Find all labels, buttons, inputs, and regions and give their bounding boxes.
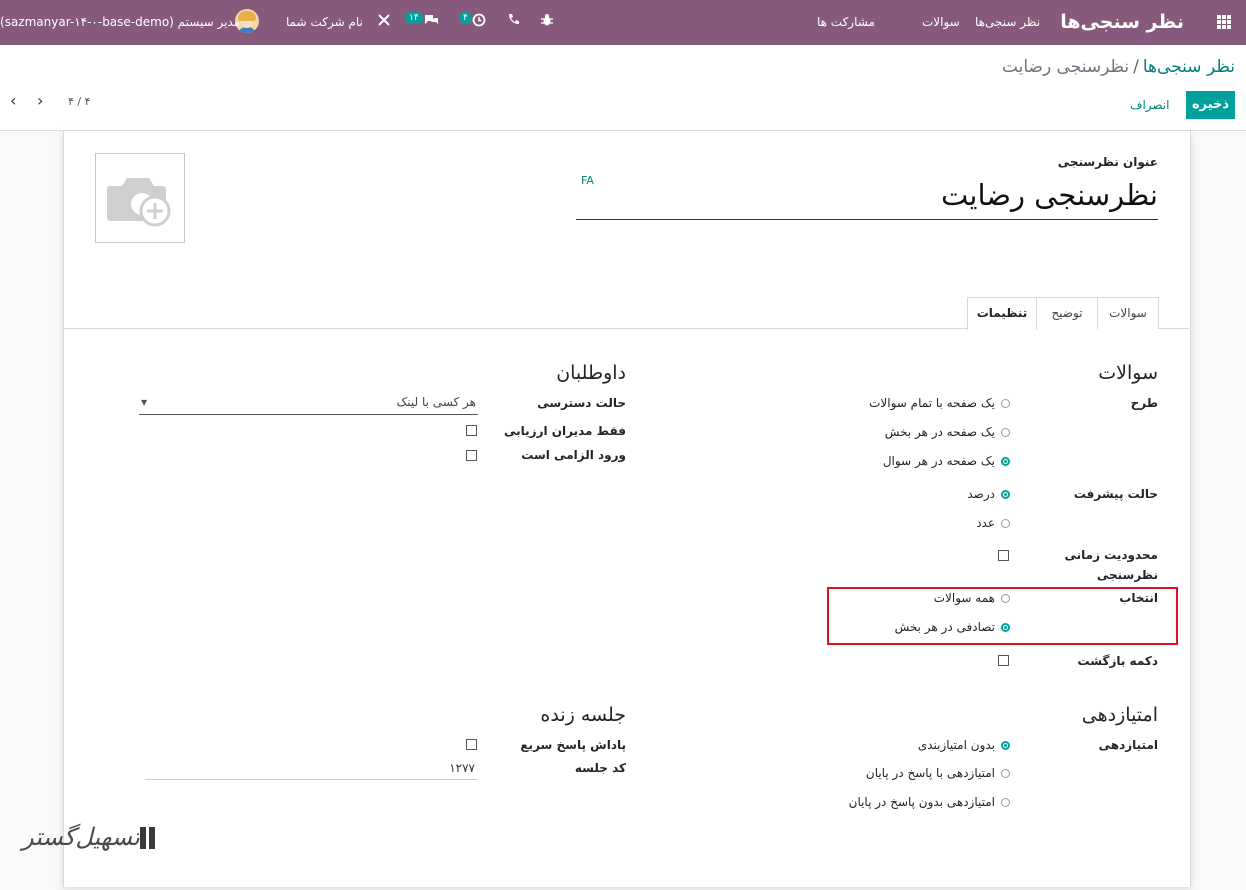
scoring-radio-with-answers[interactable]: [1001, 768, 1010, 778]
candidates-heading: داوطلبان: [556, 362, 626, 384]
breadcrumb-separator: /: [1133, 57, 1139, 77]
tab-questions[interactable]: سوالات: [1097, 297, 1159, 329]
breadcrumb-current: نظرسنجی رضایت: [1001, 57, 1130, 77]
session-code-input[interactable]: ۱۲۷۷: [145, 761, 478, 780]
pager-value[interactable]: ۴ / ۴: [68, 95, 91, 108]
access-mode-value: هر کسی با لینک: [396, 395, 476, 409]
title-label: عنوان نظرسنجی: [1057, 155, 1158, 169]
phone-icon[interactable]: [507, 13, 520, 31]
apps-grid-icon[interactable]: [1217, 15, 1232, 30]
progress-label: حالت پیشرفت: [1073, 487, 1158, 501]
menu-participations[interactable]: مشارکت ها: [817, 0, 875, 45]
scoring-heading: امتیازدهی: [1081, 704, 1158, 726]
questions-heading: سوالات: [1098, 362, 1158, 384]
fast-reward-checkbox[interactable]: [466, 739, 477, 750]
back-button-label: دکمه بازگشت: [1077, 654, 1158, 668]
selection-option-all[interactable]: همه سوالات: [934, 591, 1010, 605]
company-switcher[interactable]: نام شرکت شما: [286, 0, 363, 45]
fast-reward-label: پاداش پاسخ سریع: [520, 738, 626, 752]
top-navbar: نظر سنجی‌ها نظر سنجی‌ها سوالات مشارکت ها…: [0, 0, 1246, 45]
image-upload[interactable]: [95, 153, 185, 243]
live-session-heading: جلسه زنده: [540, 704, 626, 726]
breadcrumb-parent[interactable]: نظر سنجی‌ها: [1143, 57, 1235, 77]
save-button[interactable]: ذخیره: [1186, 91, 1235, 119]
scoring-option-without-answers[interactable]: امتیازدهی بدون پاسخ در پایان: [849, 795, 1010, 809]
tab-description[interactable]: توضیح: [1036, 297, 1098, 329]
app-brand[interactable]: نظر سنجی‌ها: [1060, 0, 1184, 45]
managers-only-checkbox[interactable]: [466, 425, 477, 436]
watermark-mark-icon: [137, 827, 159, 849]
watermark-logo: تسهیل‌گستر: [22, 823, 167, 865]
back-button-checkbox[interactable]: [998, 655, 1009, 666]
caret-down-icon: ▼: [141, 398, 148, 407]
chat-icon[interactable]: [424, 13, 439, 32]
menu-questions[interactable]: سوالات: [922, 0, 960, 45]
layout-label: طرح: [1130, 396, 1158, 410]
title-input[interactable]: نظرسنجی رضایت: [576, 172, 1158, 220]
breadcrumb: نظر سنجی‌ها/نظرسنجی رضایت: [1002, 57, 1235, 77]
pager-previous-icon[interactable]: ‹: [10, 91, 16, 111]
discard-button[interactable]: انصراف: [1130, 91, 1169, 119]
tools-icon[interactable]: [377, 13, 391, 32]
login-required-label: ورود الزامی است: [521, 448, 626, 462]
title-value: نظرسنجی رضایت: [940, 178, 1158, 212]
pager-next-icon[interactable]: ›: [37, 91, 43, 111]
access-mode-select[interactable]: هر کسی با لینک ▼: [139, 393, 478, 415]
activities-badge: ۴: [459, 12, 472, 24]
progress-radio-percent[interactable]: [1001, 489, 1010, 499]
managers-only-label: فقط مدیران ارزیابی: [504, 424, 626, 438]
time-limit-checkbox[interactable]: [998, 550, 1009, 561]
watermark-text: تسهیل‌گستر: [22, 823, 140, 851]
bug-icon[interactable]: [540, 13, 554, 32]
layout-radio-all[interactable]: [1001, 398, 1010, 408]
scoring-option-with-answers[interactable]: امتیازدهی با پاسخ در پایان: [866, 766, 1010, 780]
session-code-label: کد جلسه: [574, 761, 626, 775]
selection-option-random[interactable]: تصادفی در هر بخش: [895, 620, 1010, 634]
layout-option-all[interactable]: یک صفحه با تمام سوالات: [869, 396, 1010, 410]
language-button[interactable]: FA: [581, 174, 594, 187]
scoring-option-none[interactable]: بدون امتیازبندی: [918, 738, 1010, 752]
login-required-checkbox[interactable]: [466, 450, 477, 461]
layout-option-section[interactable]: یک صفحه در هر بخش: [885, 425, 1010, 439]
progress-option-percent[interactable]: درصد: [967, 487, 1010, 501]
messages-badge: ۱۴: [405, 12, 423, 24]
access-mode-label: حالت دسترسی: [537, 396, 626, 410]
menu-surveys[interactable]: نظر سنجی‌ها: [975, 0, 1040, 45]
scoring-radio-none[interactable]: [1001, 740, 1010, 750]
selection-label: انتخاب: [1119, 591, 1158, 605]
selection-radio-all[interactable]: [1001, 593, 1010, 603]
time-limit-label-line2: نظرسنجی: [1096, 568, 1158, 582]
time-limit-label: محدودیت زمانی: [1064, 548, 1158, 562]
selection-radio-random[interactable]: [1001, 622, 1010, 632]
clock-icon[interactable]: [472, 13, 486, 32]
camera-add-icon: [107, 178, 171, 227]
scoring-label: امتیازدهی: [1098, 738, 1158, 752]
layout-option-question[interactable]: یک صفحه در هر سوال: [883, 454, 1010, 468]
layout-radio-question[interactable]: [1001, 456, 1010, 466]
progress-option-number[interactable]: عدد: [976, 516, 1010, 530]
scoring-radio-without-answers[interactable]: [1001, 797, 1010, 807]
progress-radio-number[interactable]: [1001, 518, 1010, 528]
tab-settings[interactable]: تنظیمات: [967, 297, 1037, 330]
session-code-value: ۱۲۷۷: [449, 761, 475, 775]
layout-radio-section[interactable]: [1001, 427, 1010, 437]
user-menu[interactable]: مدیر سیستم (sazmanyar-۱۴-۰-base-demo): [0, 0, 240, 45]
